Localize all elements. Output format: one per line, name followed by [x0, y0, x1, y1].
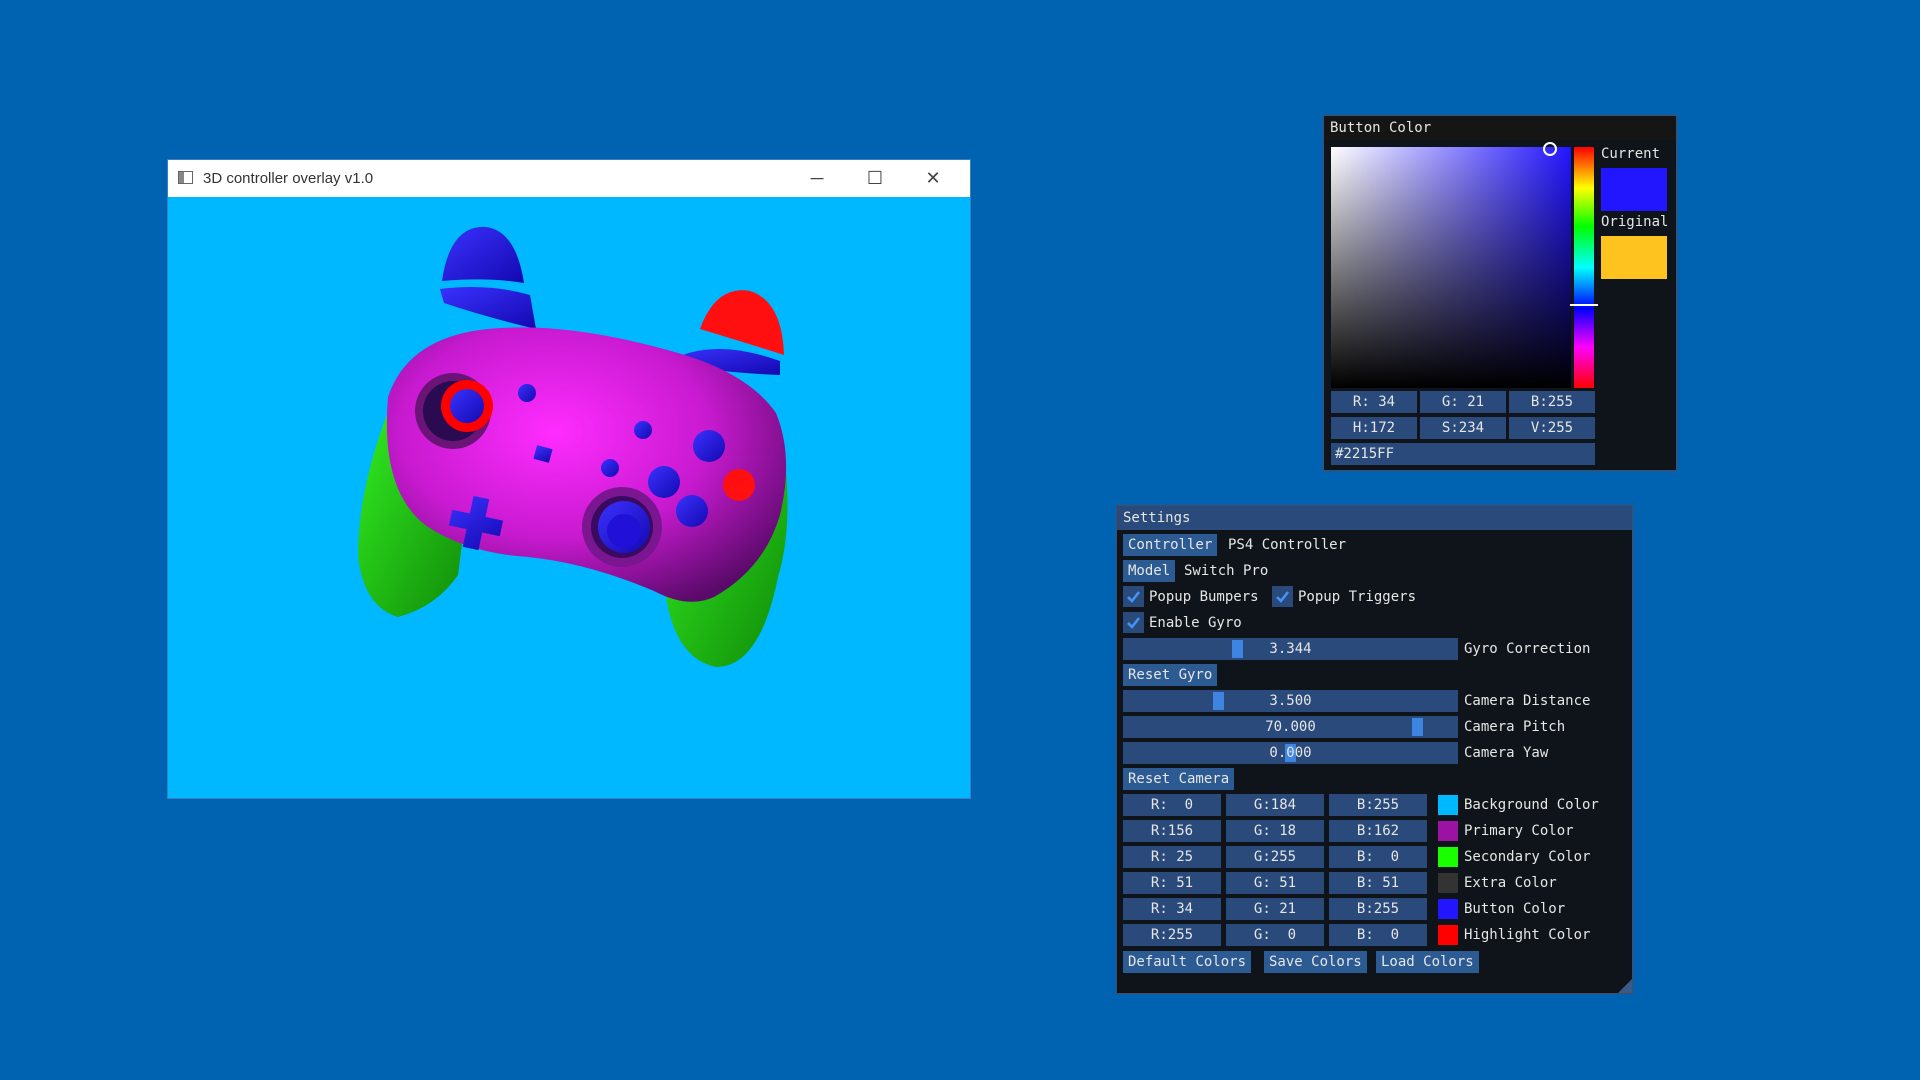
save-colors-button[interactable]: Save Colors [1264, 951, 1367, 973]
picker-g-field[interactable]: G: 21 [1420, 391, 1506, 413]
camera-yaw-slider[interactable]: 0.000 [1123, 742, 1458, 764]
picker-r-field[interactable]: R: 34 [1331, 391, 1417, 413]
picker-s-field[interactable]: S:234 [1420, 417, 1506, 439]
close-button[interactable]: ✕ [904, 160, 962, 197]
hue-bar[interactable] [1574, 147, 1594, 388]
primary-color-g[interactable]: G: 18 [1226, 820, 1324, 842]
highlight-color-g[interactable]: G: 0 [1226, 924, 1324, 946]
checkmark-icon [1127, 617, 1140, 629]
secondary-color-label: Secondary Color [1464, 849, 1591, 865]
highlight-color-label: Highlight Color [1464, 927, 1591, 943]
popup-triggers-checkbox[interactable] [1272, 586, 1293, 607]
picker-v-field[interactable]: V:255 [1509, 417, 1595, 439]
secondary-color-b[interactable]: B: 0 [1329, 846, 1427, 868]
settings-title: Settings [1117, 506, 1632, 530]
left-trigger [442, 226, 524, 283]
minimize-button[interactable]: ─ [788, 160, 846, 197]
background-color-r[interactable]: R: 0 [1123, 794, 1221, 816]
controller-button[interactable]: Controller [1123, 534, 1218, 556]
primary-color-r[interactable]: R:156 [1123, 820, 1221, 842]
enable-gyro-checkbox[interactable] [1123, 612, 1144, 633]
checkmark-icon [1127, 591, 1140, 603]
extra-color-swatch[interactable] [1438, 873, 1458, 893]
load-colors-button[interactable]: Load Colors [1376, 951, 1479, 973]
primary-color-label: Primary Color [1464, 823, 1574, 839]
background-color-label: Background Color [1464, 797, 1599, 813]
window-titlebar[interactable]: 3D controller overlay v1.0 ─ ☐ ✕ [168, 160, 970, 197]
button-color-swatch[interactable] [1438, 899, 1458, 919]
color-picker-title: Button Color [1324, 116, 1676, 140]
current-color-swatch [1601, 168, 1667, 211]
resize-grip-icon[interactable] [1618, 979, 1632, 993]
button-color-picker-panel: Button Color Current Original R: 34 G: 2… [1323, 115, 1677, 471]
button-color-b[interactable]: B:255 [1329, 898, 1427, 920]
extra-color-label: Extra Color [1464, 875, 1557, 891]
camera-yaw-value: 0.000 [1269, 745, 1312, 761]
controller-model [358, 226, 788, 667]
left-bumper [440, 287, 536, 329]
background-color-g[interactable]: G:184 [1226, 794, 1324, 816]
default-colors-button[interactable]: Default Colors [1123, 951, 1252, 973]
sv-picker-handle[interactable] [1543, 142, 1557, 156]
camera-pitch-value: 70.000 [1265, 719, 1316, 735]
camera-distance-value: 3.500 [1269, 693, 1312, 709]
picker-hex-field[interactable]: #2215FF [1331, 443, 1595, 465]
button-color-g[interactable]: G: 21 [1226, 898, 1324, 920]
gyro-correction-value: 3.344 [1269, 641, 1312, 657]
popup-bumpers-label: Popup Bumpers [1149, 589, 1259, 605]
primary-color-b[interactable]: B:162 [1329, 820, 1427, 842]
right-trigger [700, 290, 784, 355]
secondary-color-g[interactable]: G:255 [1226, 846, 1324, 868]
secondary-color-swatch[interactable] [1438, 847, 1458, 867]
extra-color-g[interactable]: G: 51 [1226, 872, 1324, 894]
highlight-color-b[interactable]: B: 0 [1329, 924, 1427, 946]
original-label: Original [1601, 214, 1669, 230]
camera-distance-label: Camera Distance [1464, 693, 1591, 709]
maximize-button[interactable]: ☐ [846, 160, 904, 197]
model-value: Switch Pro [1184, 563, 1269, 579]
reset-gyro-button[interactable]: Reset Gyro [1123, 664, 1218, 686]
secondary-color-r[interactable]: R: 25 [1123, 846, 1221, 868]
background-color-b[interactable]: B:255 [1329, 794, 1427, 816]
button-color-label: Button Color [1464, 901, 1566, 917]
popup-bumpers-checkbox[interactable] [1123, 586, 1144, 607]
reset-camera-button[interactable]: Reset Camera [1123, 768, 1235, 790]
controller-overlay-window: 3D controller overlay v1.0 ─ ☐ ✕ [168, 160, 970, 798]
original-color-swatch[interactable] [1601, 236, 1667, 279]
highlight-color-swatch[interactable] [1438, 925, 1458, 945]
camera-pitch-label: Camera Pitch [1464, 719, 1566, 735]
primary-color-swatch[interactable] [1438, 821, 1458, 841]
camera-pitch-slider[interactable]: 70.000 [1123, 716, 1458, 738]
camera-yaw-label: Camera Yaw [1464, 745, 1549, 761]
background-color-swatch[interactable] [1438, 795, 1458, 815]
camera-distance-slider[interactable]: 3.500 [1123, 690, 1458, 712]
popup-triggers-label: Popup Triggers [1298, 589, 1417, 605]
button-color-r[interactable]: R: 34 [1123, 898, 1221, 920]
app-window-icon [178, 171, 193, 184]
picker-h-field[interactable]: H:172 [1331, 417, 1417, 439]
3d-viewport[interactable] [168, 197, 970, 798]
checkmark-icon [1276, 591, 1289, 603]
settings-panel: Settings Controller PS4 Controller Model… [1116, 505, 1633, 994]
hue-marker[interactable] [1570, 304, 1598, 306]
enable-gyro-label: Enable Gyro [1149, 615, 1242, 631]
model-button[interactable]: Model [1123, 560, 1176, 582]
gyro-correction-slider[interactable]: 3.344 [1123, 638, 1458, 660]
window-title: 3D controller overlay v1.0 [203, 170, 374, 187]
extra-color-b[interactable]: B: 51 [1329, 872, 1427, 894]
current-label: Current [1601, 146, 1661, 162]
picker-b-field[interactable]: B:255 [1509, 391, 1595, 413]
highlight-color-r[interactable]: R:255 [1123, 924, 1221, 946]
extra-color-r[interactable]: R: 51 [1123, 872, 1221, 894]
gyro-correction-label: Gyro Correction [1464, 641, 1591, 657]
saturation-value-square[interactable] [1331, 147, 1571, 388]
controller-value: PS4 Controller [1228, 537, 1347, 553]
